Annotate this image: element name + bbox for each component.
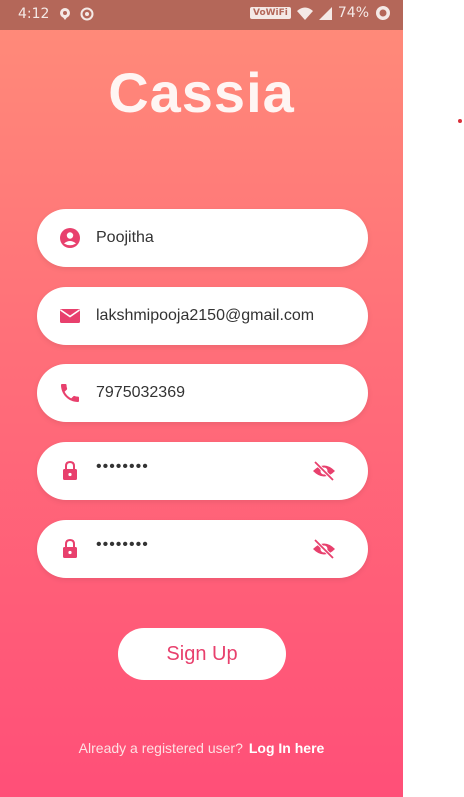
person-icon <box>60 228 80 248</box>
status-time: 4:12 <box>18 6 50 22</box>
status-right: VoWiFi 74% <box>249 5 391 21</box>
email-field[interactable]: lakshmipooja2150@gmail.com <box>37 287 368 345</box>
name-value: Poojitha <box>96 229 154 246</box>
phone-field[interactable]: 7975032369 <box>37 364 368 422</box>
log-in-link[interactable]: Log In here <box>249 740 324 756</box>
status-left-icons <box>58 7 94 21</box>
lock-icon <box>63 538 77 558</box>
battery-icon <box>376 6 390 20</box>
eye-off-icon[interactable] <box>312 460 336 482</box>
password-field[interactable]: •••••••• <box>37 442 368 500</box>
login-prompt: Already a registered user? Log In here <box>0 740 403 756</box>
status-bar: 4:12 VoWiFi 74% <box>0 0 403 30</box>
login-prompt-text: Already a registered user? <box>78 740 243 756</box>
mail-icon <box>60 309 80 323</box>
battery-percent: 74% <box>337 5 369 21</box>
phone-value: 7975032369 <box>96 384 185 401</box>
app-title: Cassia <box>108 61 295 124</box>
password-value: •••••••• <box>96 458 149 475</box>
vowifi-badge: VoWiFi <box>249 7 291 19</box>
wifi-icon <box>296 7 313 20</box>
name-field[interactable]: Poojitha <box>37 209 368 267</box>
confirm-password-field[interactable]: •••••••• <box>37 520 368 578</box>
eye-off-icon[interactable] <box>312 538 336 560</box>
location-icon <box>60 8 70 20</box>
phone-icon <box>61 384 79 402</box>
stray-dot <box>458 119 462 123</box>
confirm-password-value: •••••••• <box>96 536 149 553</box>
sync-icon <box>80 7 94 21</box>
signal-icon <box>318 6 332 20</box>
lock-icon <box>63 460 77 480</box>
sign-up-button[interactable]: Sign Up <box>118 628 286 680</box>
email-value: lakshmipooja2150@gmail.com <box>96 307 315 324</box>
app-screen: 4:12 VoWiFi 74% Cassia Poojitha lakshmip… <box>0 0 403 797</box>
